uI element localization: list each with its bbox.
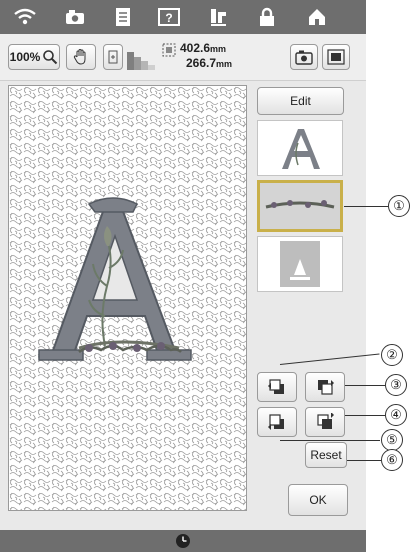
letter-a-thumbnail-image bbox=[282, 129, 320, 169]
callout-4-label: ④ bbox=[390, 407, 402, 422]
floral-border-thumbnail-image bbox=[265, 200, 335, 209]
clock-icon bbox=[176, 534, 190, 548]
move-forward-one-button[interactable] bbox=[305, 372, 345, 402]
zoom-label: 100% bbox=[9, 50, 41, 64]
home-icon[interactable] bbox=[300, 3, 334, 31]
bring-to-front-button[interactable] bbox=[305, 407, 345, 437]
callout-3-label: ③ bbox=[390, 377, 402, 392]
callout-6-label: ⑥ bbox=[386, 452, 398, 467]
thumbnail-letter-a[interactable] bbox=[257, 120, 343, 176]
callout-leader-1 bbox=[344, 206, 388, 207]
frame-size-button[interactable] bbox=[103, 44, 123, 70]
callout-leader-3 bbox=[345, 385, 385, 386]
callout-leader-4 bbox=[345, 415, 385, 416]
callout-5: ⑤ bbox=[381, 429, 403, 451]
callout-1: ① bbox=[388, 195, 410, 217]
background-toggle-button[interactable] bbox=[322, 44, 350, 70]
thumbnail-stipple-background[interactable] bbox=[257, 236, 343, 292]
design-width: 402.6mm bbox=[180, 41, 226, 56]
toolbar: 100% 402.6mm 266.7mm bbox=[0, 34, 366, 81]
wifi-icon[interactable] bbox=[8, 3, 42, 31]
callout-6: ⑥ bbox=[381, 449, 403, 471]
bring-to-front-icon bbox=[317, 413, 334, 429]
callout-leader-5 bbox=[280, 440, 380, 441]
send-to-back-icon bbox=[268, 414, 284, 430]
height-unit: mm bbox=[216, 59, 233, 69]
screen: ? 100% 402.6mm 266.7mm Edit Reset OK bbox=[0, 0, 366, 552]
edit-button[interactable]: Edit bbox=[257, 87, 344, 115]
design-size-icon bbox=[162, 43, 176, 57]
callout-1-label: ① bbox=[393, 198, 405, 213]
callout-2: ② bbox=[381, 344, 403, 366]
callout-3: ③ bbox=[385, 374, 407, 396]
design-height: 266.7mm bbox=[186, 56, 232, 71]
layer-back-icon bbox=[268, 379, 284, 394]
reset-button[interactable]: Reset bbox=[305, 442, 347, 468]
send-to-back-button[interactable] bbox=[257, 407, 297, 437]
callout-5-label: ⑤ bbox=[386, 432, 398, 447]
layer-forward-icon bbox=[318, 380, 334, 395]
top-bar: ? bbox=[0, 0, 366, 34]
frame-icon bbox=[108, 50, 118, 64]
thread-icon[interactable] bbox=[202, 3, 236, 31]
move-back-one-button[interactable] bbox=[257, 372, 297, 402]
width-value: 402.6 bbox=[180, 41, 211, 55]
edit-label: Edit bbox=[290, 94, 311, 108]
width-unit: mm bbox=[210, 44, 227, 54]
callout-2-label: ② bbox=[386, 347, 398, 362]
camera-view-button[interactable] bbox=[290, 44, 318, 70]
ok-label: OK bbox=[309, 493, 327, 507]
pan-button[interactable] bbox=[66, 44, 96, 70]
magnifier-icon bbox=[43, 50, 58, 65]
document-icon[interactable] bbox=[106, 3, 140, 31]
zoom-button[interactable]: 100% bbox=[8, 44, 60, 70]
bottom-bar bbox=[0, 530, 366, 552]
stipple-thumbnail-image bbox=[280, 241, 320, 287]
camera-frame-icon bbox=[295, 50, 313, 65]
reset-label: Reset bbox=[310, 448, 342, 462]
background-icon bbox=[327, 49, 345, 65]
embroidery-preview[interactable] bbox=[8, 85, 247, 511]
hand-icon bbox=[73, 48, 86, 65]
frame-size-steps-icon bbox=[126, 46, 156, 70]
callout-leader-6 bbox=[347, 460, 381, 461]
lock-icon[interactable] bbox=[250, 3, 284, 31]
callout-4: ④ bbox=[385, 404, 407, 426]
height-value: 266.7 bbox=[186, 56, 217, 70]
thumbnail-floral-border-selected[interactable] bbox=[257, 180, 343, 232]
ok-button[interactable]: OK bbox=[288, 484, 348, 516]
help-icon[interactable]: ? bbox=[152, 3, 186, 31]
svg-text:?: ? bbox=[165, 11, 172, 25]
camera-icon[interactable] bbox=[58, 3, 92, 31]
